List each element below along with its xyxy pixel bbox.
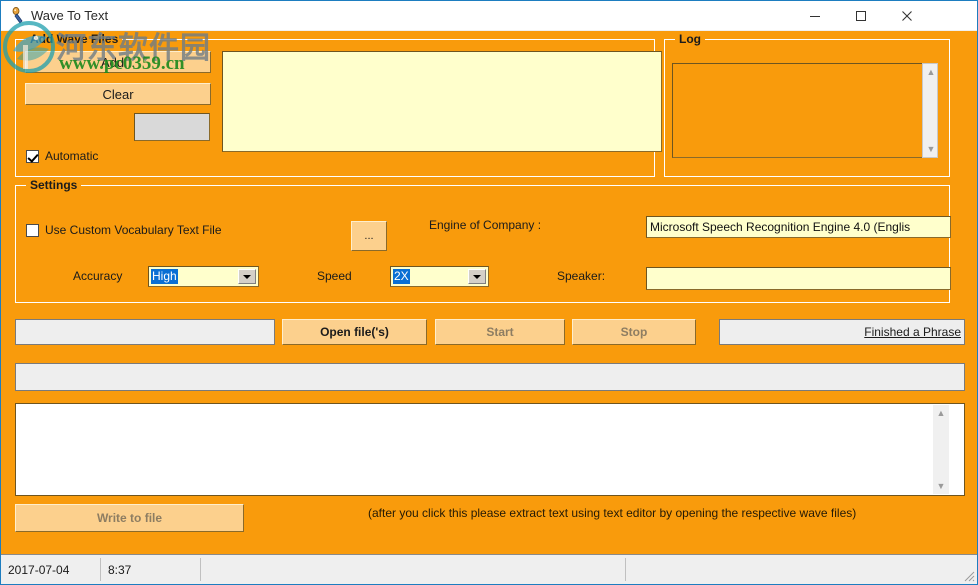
status-message: [201, 558, 626, 581]
log-title: Log: [675, 32, 705, 46]
add-button[interactable]: Add...: [25, 51, 211, 73]
app-window: Wave To Text 河东软件园 www.pc0359.cn Add Wav…: [0, 0, 978, 585]
scroll-down-icon[interactable]: ▼: [923, 141, 939, 157]
phrase-status-text: Finished a Phrase: [864, 325, 961, 339]
clear-button[interactable]: Clear: [25, 83, 211, 105]
engine-of-company-label: Engine of Company :: [429, 218, 542, 232]
write-to-file-hint: (after you click this please extract tex…: [368, 506, 857, 520]
log-textarea[interactable]: [672, 63, 925, 158]
check-icon: [26, 223, 39, 237]
automatic-label: Automatic: [45, 149, 99, 163]
close-button[interactable]: [884, 1, 930, 30]
phrase-status-field[interactable]: Finished a Phrase: [719, 319, 965, 345]
use-custom-vocabulary-checkbox[interactable]: Use Custom Vocabulary Text File: [26, 223, 222, 237]
accuracy-selected-value: High: [151, 269, 178, 284]
start-button[interactable]: Start: [435, 319, 565, 345]
maximize-icon: [856, 10, 866, 21]
speed-label: Speed: [317, 269, 352, 283]
log-scrollbar[interactable]: ▲ ▼: [922, 63, 938, 158]
open-files-button[interactable]: Open file('s): [282, 319, 427, 345]
chevron-down-icon[interactable]: [238, 269, 256, 284]
scroll-down-icon[interactable]: ▼: [933, 478, 949, 494]
progress-strip: [15, 363, 965, 391]
settings-title: Settings: [26, 178, 82, 192]
browse-button[interactable]: ...: [351, 221, 387, 251]
status-time: 8:37: [101, 558, 201, 581]
speed-selected-value: 2X: [393, 269, 410, 284]
minimize-icon: [810, 15, 820, 17]
check-icon: [26, 149, 39, 163]
accuracy-label: Accuracy: [73, 269, 123, 283]
speed-dropdown[interactable]: 2X: [390, 266, 489, 287]
window-title: Wave To Text: [31, 8, 109, 23]
accuracy-dropdown[interactable]: High: [148, 266, 259, 287]
file-count-field[interactable]: [134, 113, 210, 141]
close-icon: [902, 10, 912, 21]
wave-file-list[interactable]: [222, 51, 662, 152]
use-custom-vocabulary-label: Use Custom Vocabulary Text File: [45, 223, 222, 237]
transcript-scrollbar[interactable]: ▲ ▼: [933, 405, 949, 494]
speaker-field[interactable]: [646, 267, 951, 290]
scroll-up-icon[interactable]: ▲: [933, 405, 949, 421]
selected-path-field[interactable]: [15, 319, 275, 345]
minimize-button[interactable]: [792, 1, 838, 30]
status-bar: 2017-07-04 8:37: [1, 554, 977, 584]
add-wave-files-title: Add Wave Files: [26, 32, 123, 46]
maximize-button[interactable]: [838, 1, 884, 30]
chevron-down-icon[interactable]: [468, 269, 486, 284]
speaker-label: Speaker:: [557, 269, 606, 283]
stop-button[interactable]: Stop: [572, 319, 696, 345]
status-date: 2017-07-04: [1, 558, 101, 581]
engine-of-company-field[interactable]: Microsoft Speech Recognition Engine 4.0 …: [646, 216, 951, 238]
write-to-file-button[interactable]: Write to file: [15, 504, 244, 532]
automatic-checkbox[interactable]: Automatic: [26, 149, 98, 163]
microphone-icon: [9, 7, 27, 25]
transcript-textarea[interactable]: [15, 403, 965, 496]
title-bar: Wave To Text: [1, 1, 977, 31]
scroll-up-icon[interactable]: ▲: [923, 64, 939, 80]
resize-grip-icon[interactable]: [961, 568, 975, 582]
